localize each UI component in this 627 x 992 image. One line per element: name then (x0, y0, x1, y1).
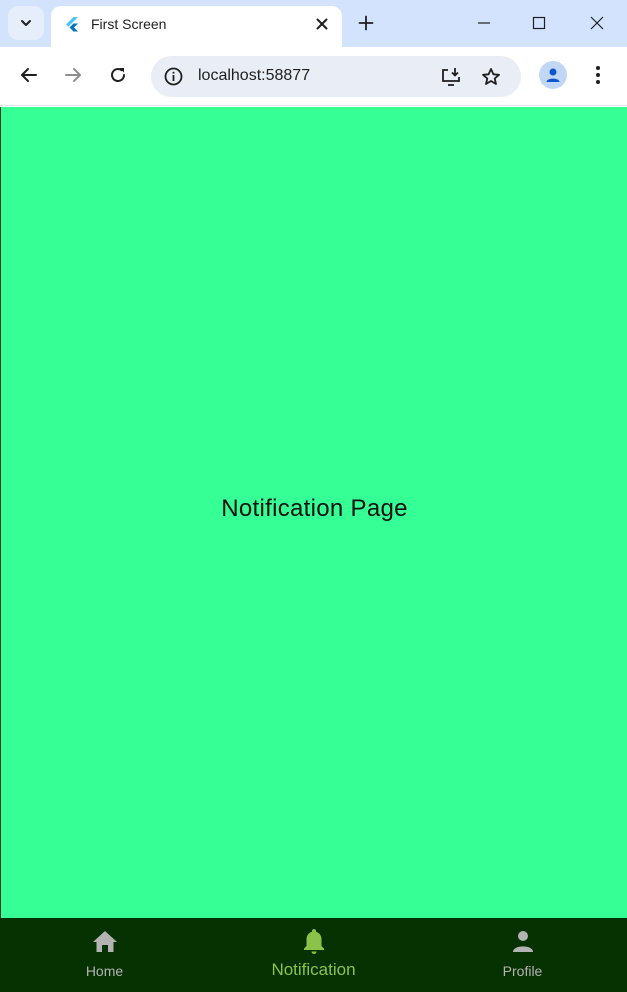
bottom-navigation-bar: Home Notification Profile (0, 918, 627, 992)
forward-button[interactable] (59, 61, 87, 89)
new-tab-button[interactable] (354, 11, 378, 35)
info-icon[interactable] (163, 66, 184, 87)
close-icon (316, 18, 328, 30)
back-button[interactable] (15, 61, 43, 89)
browser-menu-button[interactable] (586, 61, 610, 89)
person-icon (512, 931, 533, 952)
install-app-button[interactable] (439, 65, 463, 89)
nav-label-home: Home (85, 963, 124, 979)
tab-search-button[interactable] (8, 6, 44, 40)
arrow-right-icon (65, 68, 81, 82)
install-icon (442, 68, 460, 86)
page-title: Notification Page (221, 495, 408, 522)
url-text[interactable]: localhost:58877 (198, 67, 310, 85)
flutter-logo-icon (66, 17, 78, 32)
address-bar[interactable]: localhost:58877 (151, 56, 521, 97)
nav-item-home[interactable]: Home (0, 918, 209, 992)
minimize-icon (478, 22, 490, 24)
tab-strip: First Screen (0, 0, 627, 47)
bell-icon (303, 929, 324, 954)
reload-button[interactable] (104, 61, 132, 89)
minimize-button[interactable] (469, 8, 499, 38)
tab-close-button[interactable] (312, 14, 332, 34)
reload-icon (111, 68, 125, 82)
nav-label-notification: Notification (271, 960, 356, 979)
browser-toolbar: localhost:58877 (0, 47, 627, 106)
bookmark-button[interactable] (479, 65, 503, 89)
star-icon (482, 68, 500, 85)
arrow-left-icon (21, 68, 37, 82)
close-icon (590, 16, 604, 30)
profile-avatar-button[interactable] (539, 61, 567, 89)
maximize-button[interactable] (524, 8, 554, 38)
person-icon (546, 68, 560, 82)
tab-title: First Screen (91, 16, 167, 32)
nav-label-profile: Profile (502, 963, 543, 979)
more-vert-icon (596, 66, 600, 84)
nav-item-profile[interactable]: Profile (418, 918, 627, 992)
page-content: Notification Page (0, 107, 627, 918)
plus-icon (358, 15, 374, 31)
chevron-down-icon (21, 20, 31, 26)
home-icon (92, 931, 117, 952)
window-close-button[interactable] (582, 8, 612, 38)
browser-tab[interactable]: First Screen (51, 6, 342, 47)
nav-item-notification[interactable]: Notification (209, 918, 418, 992)
maximize-icon (532, 16, 546, 30)
